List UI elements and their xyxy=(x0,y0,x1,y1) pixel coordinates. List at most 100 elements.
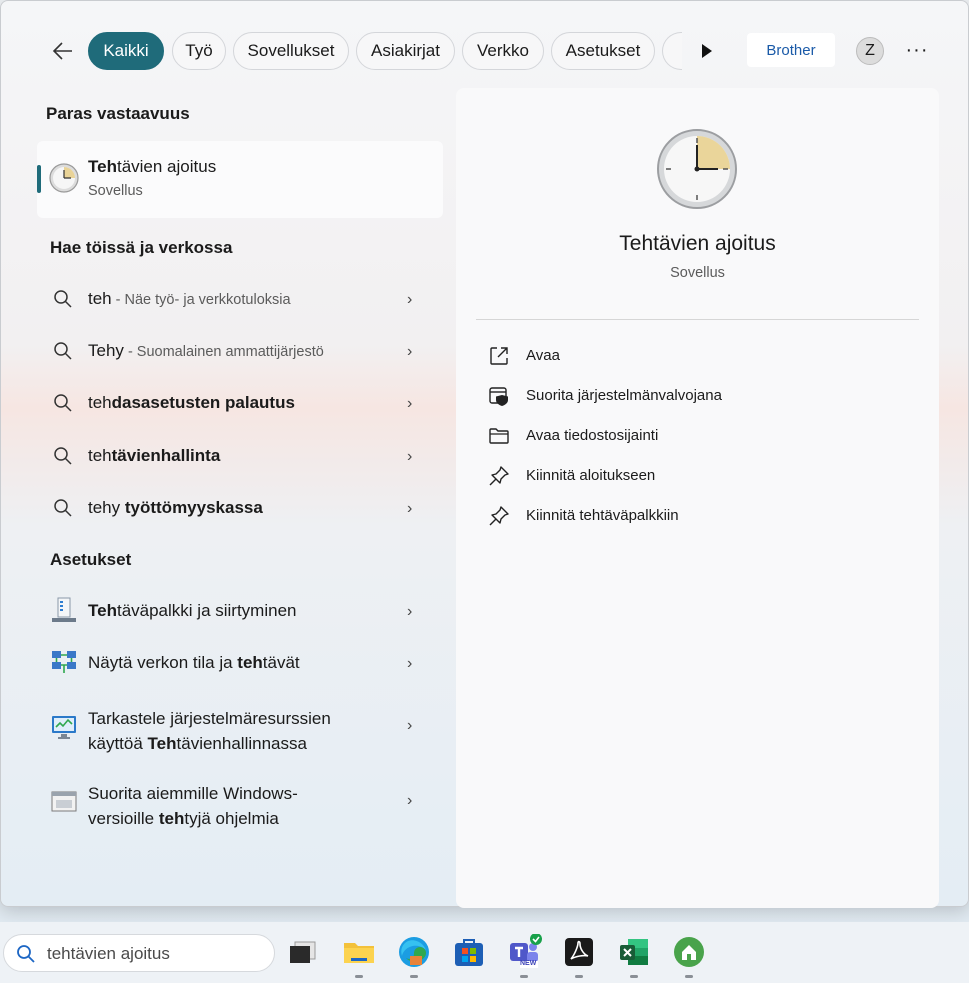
store-icon xyxy=(455,939,483,966)
microsoft-store-button[interactable] xyxy=(451,934,487,970)
running-indicator xyxy=(575,975,583,978)
settings-item-network[interactable]: Näytä verkon tila ja tehtävät › xyxy=(37,639,443,687)
play-icon xyxy=(702,44,712,58)
acrobat-button[interactable] xyxy=(561,934,597,978)
action-label: Avaa tiedostosijainti xyxy=(526,427,659,444)
home-button[interactable] xyxy=(671,934,707,978)
chevron-right-icon: › xyxy=(407,291,413,308)
web-result-text: teh - Näe työ- ja verkkotuloksia xyxy=(88,289,291,308)
selection-indicator xyxy=(37,165,41,193)
excel-icon xyxy=(620,939,648,965)
web-result-row[interactable]: tehdasasetusten palautus › xyxy=(37,379,443,427)
web-result-row[interactable]: tehy työttömyyskassa › xyxy=(37,484,443,532)
search-icon xyxy=(54,342,72,360)
settings-item-label: Tehtäväpalkki ja siirtyminen xyxy=(88,601,297,620)
preview-subtitle: Sovellus xyxy=(670,265,725,281)
brother-button[interactable]: Brother xyxy=(747,33,835,67)
search-icon xyxy=(54,499,72,517)
settings-item-task-manager[interactable]: Tarkastele järjestelmäresurssien käyttöä… xyxy=(37,702,443,753)
chevron-right-icon: › xyxy=(407,603,413,620)
tab-asetukset[interactable]: Asetukset xyxy=(551,32,655,70)
best-match-title: Tehtävien ajoitus xyxy=(88,157,217,176)
open-external-icon xyxy=(490,347,508,365)
action-label: Kiinnitä aloitukseen xyxy=(526,467,656,484)
web-result-text: tehdasasetusten palautus xyxy=(88,393,295,412)
search-panel: Kaikki Työ Sovellukset Asiakirjat Verkko… xyxy=(0,0,969,908)
chevron-right-icon: › xyxy=(407,448,413,465)
action-open-file-location[interactable]: Avaa tiedostosijainti xyxy=(488,419,908,453)
tab-kaikki[interactable]: Kaikki xyxy=(88,32,164,70)
settings-item-taskbar[interactable]: Tehtäväpalkki ja siirtyminen › xyxy=(37,587,443,635)
best-match-subtitle: Sovellus xyxy=(88,183,143,199)
search-icon xyxy=(54,290,72,308)
folder-icon xyxy=(344,943,374,963)
running-indicator xyxy=(520,975,528,978)
chevron-right-icon: › xyxy=(407,395,413,412)
chevron-right-icon: › xyxy=(407,500,413,517)
arrow-left-icon xyxy=(52,42,72,60)
web-result-row[interactable]: Tehy - Suomalainen ammattijärjestö › xyxy=(37,327,443,375)
web-result-row[interactable]: teh - Näe työ- ja verkkotuloksia › xyxy=(37,275,443,323)
tab-tyo[interactable]: Työ xyxy=(172,32,226,70)
taskbar: NEW xyxy=(0,922,969,983)
running-indicator xyxy=(630,975,638,978)
home-icon xyxy=(674,937,704,967)
search-icon xyxy=(54,394,72,412)
preview-title: Tehtävien ajoitus xyxy=(619,232,776,255)
search-icon xyxy=(54,447,72,465)
tab-overflow[interactable] xyxy=(662,32,682,70)
settings-item-compatibility[interactable]: Suorita aiemmille Windows- versioille te… xyxy=(37,777,443,828)
chevron-right-icon: › xyxy=(407,343,413,360)
tab-asiakirjat[interactable]: Asiakirjat xyxy=(356,32,455,70)
taskbar-settings-icon xyxy=(52,597,76,622)
edge-button[interactable] xyxy=(396,934,432,978)
running-indicator xyxy=(410,975,418,978)
chevron-right-icon: › xyxy=(407,792,413,809)
search-icon xyxy=(17,945,35,963)
avatar[interactable]: Z xyxy=(856,37,884,65)
acrobat-icon xyxy=(565,938,593,966)
taskbar-search-box[interactable] xyxy=(3,934,275,972)
tab-verkko[interactable]: Verkko xyxy=(462,32,544,70)
tab-sovellukset[interactable]: Sovellukset xyxy=(233,32,349,70)
web-result-text: Tehy - Suomalainen ammattijärjestö xyxy=(88,341,324,360)
excel-button[interactable] xyxy=(616,934,652,978)
scroll-tabs-button[interactable] xyxy=(693,37,721,65)
file-explorer-button[interactable] xyxy=(341,934,377,978)
web-result-row[interactable]: tehtävienhallinta › xyxy=(37,432,443,480)
settings-item-label: Tarkastele järjestelmäresurssien käyttöä… xyxy=(88,709,331,753)
new-badge: NEW xyxy=(520,960,537,967)
action-open[interactable]: Avaa xyxy=(488,339,908,373)
best-match-heading: Paras vastaavuus xyxy=(46,104,190,123)
task-manager-icon xyxy=(52,716,76,739)
more-options-button[interactable]: ··· xyxy=(903,35,931,65)
action-label: Suorita järjestelmänvalvojana xyxy=(526,387,722,404)
action-pin-to-start[interactable]: Kiinnitä aloitukseen xyxy=(488,459,908,493)
divider xyxy=(476,319,919,320)
taskbar-search-input[interactable] xyxy=(47,943,267,965)
running-indicator xyxy=(685,975,693,978)
best-match-item[interactable]: Tehtävien ajoitus Sovellus xyxy=(37,141,443,218)
settings-heading: Asetukset xyxy=(50,550,132,569)
chevron-right-icon: › xyxy=(407,717,413,734)
task-view-button[interactable] xyxy=(286,934,322,970)
compatibility-icon xyxy=(51,791,77,812)
action-pin-to-taskbar[interactable]: Kiinnitä tehtäväpalkkiin xyxy=(488,499,908,533)
back-button[interactable] xyxy=(47,35,79,67)
filter-bar: Kaikki Työ Sovellukset Asiakirjat Verkko… xyxy=(41,29,938,73)
settings-item-label: Suorita aiemmille Windows- versioille te… xyxy=(88,784,298,828)
action-label: Avaa xyxy=(526,347,560,364)
chevron-right-icon: › xyxy=(407,655,413,672)
action-label: Kiinnitä tehtäväpalkkiin xyxy=(526,507,679,524)
teams-button[interactable]: NEW xyxy=(506,933,542,978)
web-result-text: tehtävienhallinta xyxy=(88,446,221,465)
clock-icon xyxy=(657,129,737,209)
pin-icon xyxy=(489,466,509,486)
pin-icon xyxy=(489,506,509,526)
clock-icon xyxy=(49,163,79,193)
network-status-icon xyxy=(52,651,76,673)
action-run-as-admin[interactable]: Suorita järjestelmänvalvojana xyxy=(488,379,908,413)
web-result-text: tehy työttömyyskassa xyxy=(88,498,263,517)
folder-icon xyxy=(489,428,509,444)
preview-pane: Tehtävien ajoitus Sovellus Avaa Suorita … xyxy=(456,88,939,908)
